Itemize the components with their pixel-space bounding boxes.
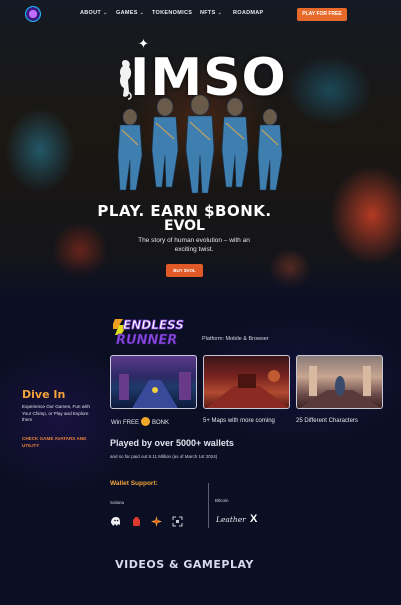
site-logo-icon[interactable] <box>25 6 41 22</box>
platform-label: Platform: Mobile & Browser <box>202 336 269 342</box>
endless-text: ENDLESS <box>123 318 184 332</box>
leather-wallet-logo[interactable]: Leather <box>216 515 246 524</box>
wallet-support-title: Wallet Support: <box>110 480 158 487</box>
paid-out-text: and so far paid out 8.11 Million (as of … <box>110 454 218 459</box>
game-screenshot-card[interactable] <box>203 355 290 409</box>
played-by-text: Played by over 5000+ wallets <box>110 438 234 448</box>
card-caption-bonk: Win FREE BONK <box>111 417 169 427</box>
hero-subtitle: EVOL <box>164 218 205 234</box>
chevron-down-icon: ⌄ <box>217 10 223 16</box>
nav-item-about[interactable]: ABOUT ⌄ <box>80 10 108 16</box>
game-screenshot-card[interactable] <box>110 355 197 409</box>
nav-item-nfts[interactable]: NFTS ⌄ <box>200 10 222 16</box>
runner-text: RUNNER <box>116 333 177 347</box>
top-nav: ABOUT ⌄ GAMES ⌄ TOKENOMICS NFTS ⌄ ROADMAP P… <box>0 0 401 28</box>
scan-wallet-icon[interactable] <box>172 516 183 527</box>
solana-label: Solana <box>110 500 125 505</box>
chevron-down-icon: ⌄ <box>139 10 145 16</box>
hero-description: The story of human evolution – with an e… <box>138 237 250 253</box>
chevron-down-icon: ⌄ <box>103 10 108 16</box>
xverse-wallet-logo[interactable]: X <box>250 513 257 525</box>
dive-in-title: Dive In <box>22 388 66 401</box>
card-caption-maps: 5+ Maps with more coming <box>203 418 275 424</box>
play-for-free-button[interactable]: PLAY FOR FREE <box>297 8 347 21</box>
characters-scene-image <box>300 366 381 408</box>
nav-item-games[interactable]: GAMES ⌄ <box>116 10 144 16</box>
nav-item-tokenomics[interactable]: TOKENOMICS <box>152 10 192 16</box>
card-caption-characters: 25 Different Characters <box>296 418 358 424</box>
bonk-coin-icon <box>141 417 151 426</box>
game-avatars-link[interactable]: Check Game Avatars and Utility <box>22 436 92 449</box>
endless-runner-logo: ENDLESS RUNNER <box>113 318 184 347</box>
map-scene-image <box>206 370 289 408</box>
hero-characters-image <box>117 95 283 194</box>
videos-gameplay-title: VIDEOS & GAMEPLAY <box>115 558 254 571</box>
runner-track-image <box>119 372 191 408</box>
game-screenshot-card[interactable] <box>296 355 383 409</box>
dive-in-text: Experience Our Games, Fun with Your Chim… <box>22 404 90 423</box>
backpack-wallet-icon[interactable] <box>131 516 142 527</box>
nav-item-roadmap[interactable]: ROADMAP <box>233 10 264 16</box>
buy-vol-button[interactable]: BUY $VOL <box>166 264 203 277</box>
wallet-divider <box>208 483 209 528</box>
solflare-wallet-icon[interactable] <box>151 516 162 527</box>
bitcoin-label: Bitcoin <box>215 498 229 503</box>
phantom-wallet-icon[interactable] <box>110 516 121 527</box>
page: ABOUT ⌄ GAMES ⌄ TOKENOMICS NFTS ⌄ ROADMAP P… <box>0 0 401 605</box>
